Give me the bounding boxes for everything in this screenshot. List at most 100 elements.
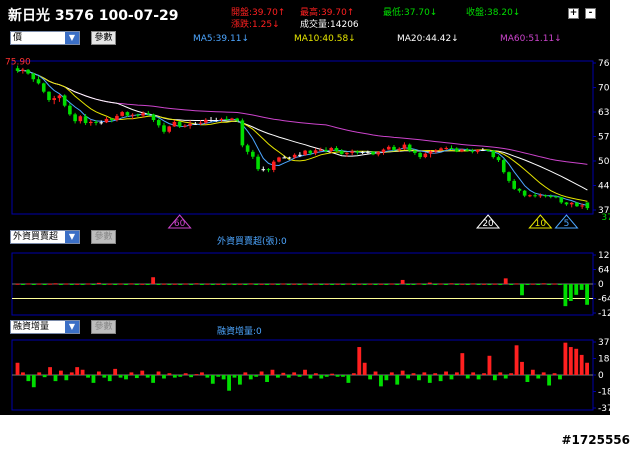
foreign-bar (248, 283, 253, 285)
foreign-bar (75, 283, 80, 285)
margin-bar (42, 375, 47, 378)
price-select[interactable]: 價 ▼ (10, 31, 80, 45)
foreign-bar (124, 284, 128, 285)
ma-period-marker-label: 20 (482, 219, 494, 229)
margin-bar (541, 372, 546, 375)
margin-bar (167, 373, 172, 375)
foreign-tick-label: -12836 (598, 309, 610, 319)
foreign-bar (444, 284, 448, 285)
candle-body (68, 105, 72, 115)
ma-period-marker-label: 60 (174, 219, 186, 229)
margin-bar (189, 375, 194, 378)
margin-bar (509, 373, 514, 375)
foreign-bar (286, 284, 291, 285)
margin-select[interactable]: 融資增量 ▼ (10, 320, 80, 334)
candle-body (172, 121, 177, 127)
foreign-bar (492, 283, 497, 285)
margin-bar (568, 347, 573, 375)
candle-body (193, 123, 198, 125)
candle-body (73, 114, 77, 122)
margin-bar (183, 373, 188, 375)
candle-body (308, 150, 313, 154)
foreign-bar (308, 284, 313, 285)
candle-body (21, 69, 25, 71)
margin-bar (444, 371, 448, 375)
margin-bar (379, 375, 383, 387)
foreign-bar (530, 283, 535, 285)
foreign-bar (129, 283, 134, 285)
candle-body (444, 148, 449, 150)
candle-body (104, 118, 109, 123)
candle-body (251, 151, 255, 157)
foreign-bar (406, 284, 410, 285)
foreign-title: 外資買賣超(張):0 (217, 237, 287, 247)
candle-body (585, 202, 590, 209)
candle-body (162, 125, 166, 132)
foreign-bar (281, 283, 286, 285)
foreign-bar (42, 284, 47, 285)
margin-bar (178, 375, 183, 377)
margin-bar (520, 361, 524, 375)
margin-bar (69, 372, 74, 375)
foreign-bar (107, 283, 112, 285)
foreign-bar (346, 283, 351, 285)
candle-body (245, 145, 250, 152)
candle-body (271, 161, 276, 170)
foreign-bar (498, 284, 503, 285)
candle-body (491, 150, 496, 158)
margin-bar (265, 375, 269, 382)
margin-bar (21, 372, 25, 375)
price-param-button[interactable]: 參數 (91, 31, 116, 45)
foreign-bar (449, 283, 454, 285)
margin-param-button[interactable]: 參數 (91, 320, 116, 334)
margin-bar (216, 375, 221, 377)
candle-body (413, 150, 417, 153)
foreign-select[interactable]: 外資買賣超 ▼ (10, 230, 80, 244)
ma60-line (17, 69, 588, 165)
candle-body (214, 120, 219, 122)
foreign-bar (465, 284, 470, 285)
margin-bar (558, 375, 562, 380)
foreign-param-button[interactable]: 參數 (91, 230, 116, 244)
foreign-bar (351, 284, 356, 285)
chart-canvas: 76.59 70.10 63.62 57.14 50.66 44.18 37.70 75.90… (5, 58, 610, 414)
foreign-bar (520, 284, 524, 296)
candle-body (360, 151, 365, 153)
candle-body (366, 151, 370, 153)
margin-bar (422, 372, 427, 375)
foreign-bar (26, 283, 31, 285)
remove-panel-button[interactable]: - (585, 8, 596, 19)
candle-body (94, 121, 98, 123)
add-panel-button[interactable]: + (568, 8, 579, 19)
margin-bar (324, 375, 329, 377)
margin-bar (227, 375, 231, 391)
margin-bar (172, 375, 177, 378)
margin-bar (162, 375, 166, 379)
candle-body (219, 118, 224, 121)
candle-body (203, 120, 208, 123)
margin-bar (26, 375, 31, 382)
margin-bar (48, 367, 52, 375)
margin-bar (91, 375, 96, 383)
foreign-bar (270, 283, 275, 285)
foreign-bar (335, 283, 340, 285)
foreign-bar (433, 284, 438, 285)
foreign-bar (64, 283, 69, 285)
candle-body (31, 73, 36, 80)
volume: 成交量:14206 (300, 20, 359, 30)
candle-body (230, 118, 234, 121)
foreign-bar (297, 284, 302, 285)
margin-bar (156, 371, 161, 375)
margin-bar (368, 375, 373, 380)
foreign-bar (476, 284, 481, 285)
panel-frame-0 (11, 60, 594, 215)
ma10-line (17, 69, 588, 202)
margin-bar (275, 375, 280, 378)
margin-bar (357, 347, 362, 375)
margin-bar (297, 375, 302, 377)
candle-body (512, 180, 517, 189)
candle-body (418, 152, 422, 158)
candle-body (439, 148, 443, 151)
price-tick-label: 76.59 (598, 59, 610, 69)
candle-body (433, 150, 438, 152)
